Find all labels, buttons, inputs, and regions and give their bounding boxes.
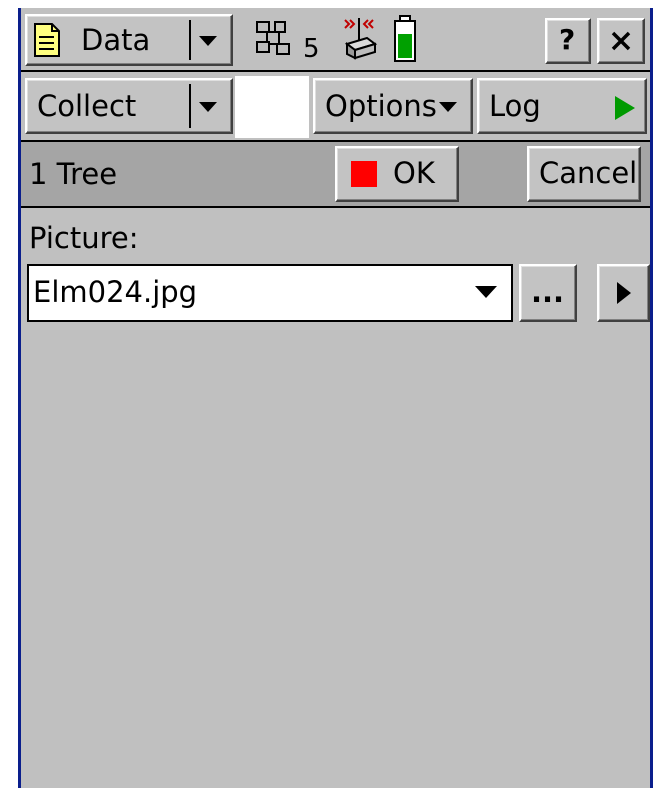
question-icon: ? [559,23,576,56]
app-window: Data 5 ? Collect Options Log 1 Tree OK C… [18,8,653,788]
ok-indicator-icon [351,161,377,187]
chevron-down-icon [439,102,457,112]
view-picture-button[interactable] [597,264,650,322]
options-menu-button[interactable]: Options [313,78,473,134]
chevron-down-icon [199,102,217,112]
browse-button[interactable]: ... [519,264,577,322]
help-button[interactable]: ? [545,18,591,64]
ok-button[interactable]: OK [335,146,459,202]
picture-select[interactable]: Elm024.jpg [27,264,513,322]
log-label: Log [489,89,541,123]
close-icon [611,31,631,51]
cancel-button[interactable]: Cancel [527,146,641,202]
satellite-count: 5 [303,34,320,64]
data-menu-button[interactable]: Data [25,14,233,66]
cancel-label: Cancel [539,156,638,190]
collect-dropdown[interactable]: Collect [25,78,233,134]
browse-label: ... [531,275,565,309]
form-header: 1 Tree OK Cancel [21,142,650,208]
picture-field-label: Picture: [29,221,139,255]
options-label: Options [325,89,437,123]
data-menu-label: Data [81,23,151,57]
close-button[interactable] [597,18,645,64]
chevron-down-icon [199,36,217,46]
toolbar: Collect Options Log [21,72,650,142]
satellite-icon[interactable] [253,18,301,60]
dropdown-divider [189,84,191,128]
play-icon [617,282,631,304]
title-bar: Data 5 ? [21,8,650,72]
battery-icon[interactable] [393,14,417,64]
dropdown-divider [189,20,191,60]
ok-label: OK [393,156,435,190]
toolbar-spacer [235,76,309,138]
collect-label: Collect [37,89,137,123]
picture-value: Elm024.jpg [33,275,198,309]
log-button[interactable]: Log [477,78,647,134]
play-icon [615,96,635,120]
chevron-down-icon [475,286,497,298]
feature-title: 1 Tree [29,157,118,191]
document-icon [34,23,60,57]
receiver-icon[interactable] [339,16,379,60]
